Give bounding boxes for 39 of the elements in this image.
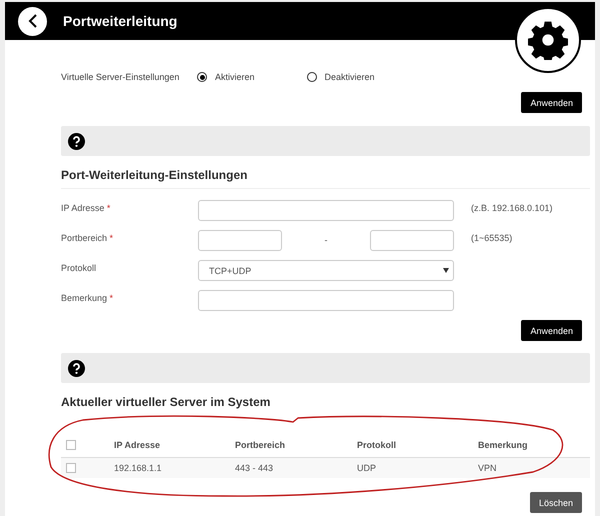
table-cell-text: VPN <box>478 463 498 473</box>
field-hint: (1~65535) <box>471 232 512 243</box>
caret-icon <box>443 268 449 273</box>
radio-button[interactable] <box>306 72 317 82</box>
field-label: IP Adresse * <box>61 202 112 213</box>
input-field[interactable] <box>198 290 454 311</box>
field-label: Portbereich * <box>61 232 114 243</box>
checkbox[interactable] <box>66 440 76 450</box>
table-cell-text: UDP <box>357 463 378 473</box>
setting-label: Virtuelle Server-Einstellungen <box>61 72 180 82</box>
checkbox[interactable] <box>66 463 76 473</box>
column-header: Portbereich <box>235 440 286 450</box>
radio-button[interactable] <box>197 72 207 82</box>
radio-label: Deaktivieren <box>324 72 375 82</box>
apply-button[interactable]: Anwenden <box>521 92 582 113</box>
table-cell-text: 192.168.1.1 <box>114 463 163 473</box>
settings-icon <box>528 20 568 60</box>
field-hint: (z.B. 192.168.0.101) <box>471 202 553 213</box>
back-button[interactable] <box>18 6 47 36</box>
help-icon[interactable] <box>68 360 85 376</box>
column-header: Protokoll <box>357 440 398 450</box>
section-title: Port-Weiterleitung-Einstellungen <box>61 156 590 189</box>
apply-button[interactable]: Anwenden <box>521 320 582 341</box>
input-field[interactable] <box>370 230 454 251</box>
back-icon <box>28 14 38 28</box>
radio-label: Aktivieren <box>215 72 255 82</box>
protocol-select[interactable]: TCP+UDP <box>198 260 454 281</box>
field-label: Bemerkung * <box>61 292 114 303</box>
help-icon[interactable] <box>68 132 85 150</box>
delete-button[interactable]: Löschen <box>530 492 582 513</box>
column-header: IP Adresse <box>114 440 162 450</box>
table-cell-text: 443 - 443 <box>235 463 274 473</box>
input-field[interactable] <box>198 200 454 221</box>
input-field[interactable] <box>198 230 282 251</box>
column-header: Bemerkung <box>478 440 529 450</box>
range-separator: - <box>324 234 328 245</box>
section-title: Aktueller virtueller Server im System <box>61 394 272 411</box>
page-title: Portweiterleitung <box>63 13 178 29</box>
field-label: Protokoll <box>61 262 98 273</box>
